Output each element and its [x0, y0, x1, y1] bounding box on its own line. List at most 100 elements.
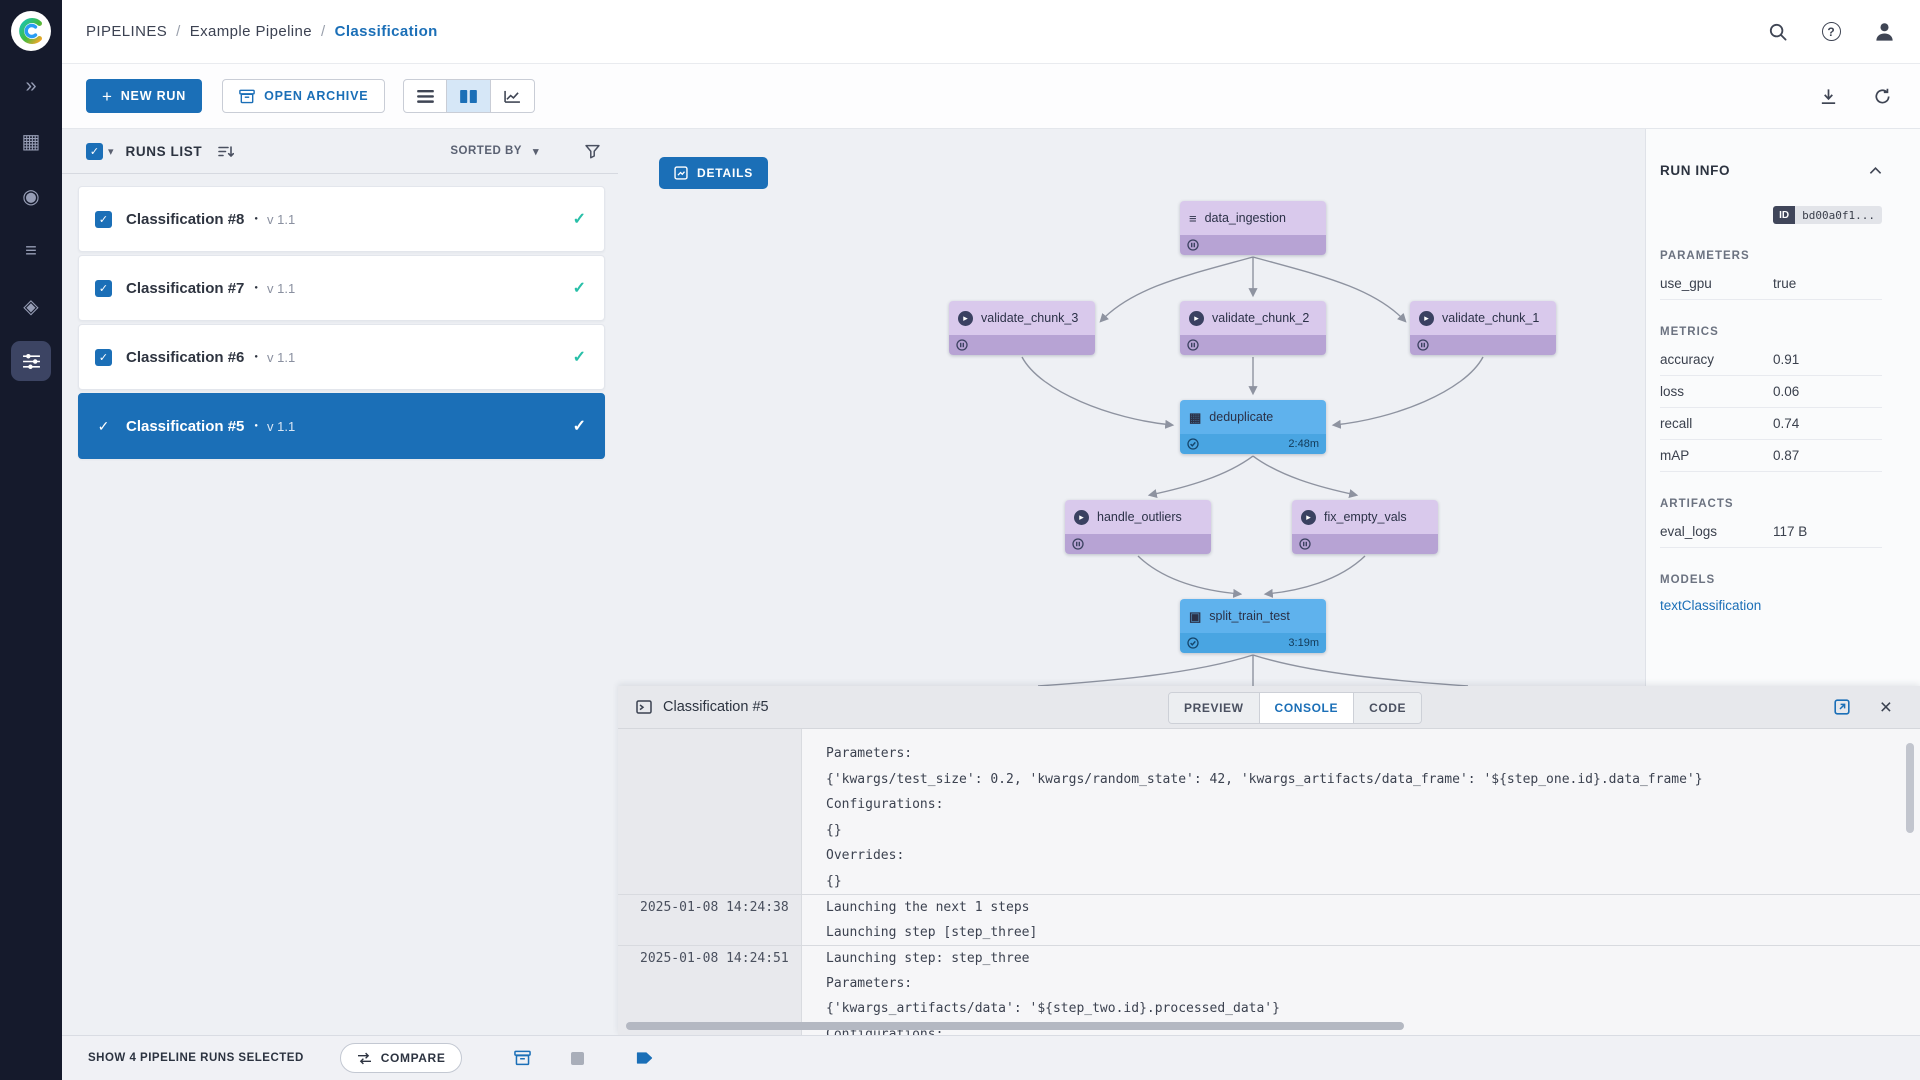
- download-button[interactable]: [1816, 84, 1840, 108]
- close-icon: ×: [1879, 695, 1892, 719]
- abort-button-disabled: [571, 1051, 585, 1065]
- run-list-item-selected[interactable]: ✓ Classification #5 ● v 1.1 ✓: [78, 393, 605, 459]
- parameter-value: true: [1773, 276, 1797, 291]
- avatar-icon: [1875, 23, 1893, 41]
- new-run-button[interactable]: + NEW RUN: [86, 79, 203, 113]
- dag-node-data-ingestion[interactable]: ≡ data_ingestion: [1180, 201, 1326, 255]
- dag-node-validate-chunk-1[interactable]: ▸ validate_chunk_1: [1410, 301, 1556, 355]
- filter-button[interactable]: [585, 144, 600, 159]
- sidebar-item-projects[interactable]: ▦: [11, 121, 51, 161]
- log-text: Overrides:: [826, 848, 905, 864]
- search-button[interactable]: [1766, 20, 1790, 44]
- console-horizontal-scrollbar[interactable]: [626, 1022, 1404, 1030]
- run-id-value: bd00a0f1...: [1795, 206, 1882, 224]
- run-checkbox[interactable]: ✓: [95, 348, 112, 366]
- auto-refresh-button[interactable]: [1870, 84, 1894, 108]
- log-text: Parameters:: [826, 746, 913, 762]
- dag-node-fix-empty-vals[interactable]: ▸ fix_empty_vals: [1292, 500, 1438, 554]
- run-info-panel: RUN INFO ID bd00a0f1... PARAMETERS use_g…: [1645, 129, 1920, 686]
- clearml-logo[interactable]: [11, 11, 51, 51]
- dag-node-validate-chunk-2[interactable]: ▸ validate_chunk_2: [1180, 301, 1326, 355]
- node-label: validate_chunk_1: [1442, 311, 1540, 325]
- pending-status-icon: [956, 339, 968, 351]
- archive-icon: [514, 1050, 532, 1066]
- log-timestamp: 2025-01-08 14:24:38: [640, 899, 789, 915]
- select-all-checkbox[interactable]: ✓: [86, 142, 103, 160]
- abort-icon: [571, 1051, 585, 1065]
- dag-node-handle-outliers[interactable]: ▸ handle_outliers: [1065, 500, 1211, 554]
- breadcrumb-project[interactable]: Example Pipeline: [190, 23, 312, 40]
- console-log[interactable]: Parameters: {'kwargs/test_size': 0.2, 'k…: [618, 729, 1920, 1035]
- model-link[interactable]: textClassification: [1660, 598, 1882, 613]
- table-view-button[interactable]: [403, 79, 448, 113]
- tab-console[interactable]: CONSOLE: [1258, 693, 1354, 723]
- log-row: 2025-01-08 14:24:38 Launching the next 1 …: [618, 894, 1920, 920]
- apps-icon: »: [25, 74, 37, 97]
- user-avatar[interactable]: [1872, 20, 1896, 44]
- projects-icon: ▦: [21, 130, 41, 153]
- sidebar-item-apps[interactable]: »: [11, 66, 51, 106]
- console-icon: [636, 700, 652, 714]
- sorted-by-dropdown[interactable]: SORTED BY ▾: [450, 145, 539, 158]
- node-label: split_train_test: [1209, 609, 1290, 623]
- tab-preview[interactable]: PREVIEW: [1169, 693, 1259, 723]
- sidebar-item-pipelines[interactable]: [11, 341, 51, 381]
- run-checkbox[interactable]: ✓: [95, 279, 112, 297]
- pipeline-dag-canvas[interactable]: DETAILS ≡ data_ingestion ▸ validate_chun…: [618, 129, 1645, 686]
- help-icon: ?: [1821, 22, 1841, 41]
- collapse-panel-button[interactable]: [1869, 166, 1882, 175]
- dot-separator-icon: ●: [254, 216, 259, 222]
- dag-node-split-train-test[interactable]: ▣ split_train_test 3:19m: [1180, 599, 1326, 653]
- run-list-item[interactable]: ✓ Classification #7 ● v 1.1 ✓: [78, 255, 605, 321]
- archive-selected-button[interactable]: [514, 1050, 532, 1066]
- run-list-item[interactable]: ✓ Classification #8 ● v 1.1 ✓: [78, 186, 605, 252]
- help-button[interactable]: ?: [1819, 20, 1843, 44]
- parameter-row: use_gpu true: [1660, 268, 1882, 300]
- metric-value: 0.87: [1773, 448, 1800, 463]
- select-all-caret-icon[interactable]: ▾: [108, 145, 114, 158]
- expand-console-button[interactable]: [1830, 695, 1854, 719]
- pipelines-icon: [22, 353, 40, 369]
- run-list-item[interactable]: ✓ Classification #6 ● v 1.1 ✓: [78, 324, 605, 390]
- run-completed-icon: ✓: [572, 349, 586, 366]
- breadcrumb-root[interactable]: PIPELINES: [86, 23, 167, 40]
- run-id-chip[interactable]: ID bd00a0f1...: [1773, 206, 1882, 224]
- sidebar-item-workers[interactable]: ◉: [11, 176, 51, 216]
- details-button[interactable]: DETAILS: [659, 157, 769, 189]
- split-view-button[interactable]: [447, 79, 492, 113]
- compare-icon: [357, 1052, 371, 1064]
- close-console-button[interactable]: ×: [1880, 697, 1892, 718]
- datasets-icon: ≡: [25, 239, 37, 262]
- step-icon: ▸: [1419, 310, 1434, 326]
- log-row: {}: [618, 818, 1920, 844]
- run-checkbox[interactable]: ✓: [95, 210, 112, 228]
- log-row: Configurations:: [618, 792, 1920, 818]
- details-label: DETAILS: [697, 166, 754, 180]
- dag-node-deduplicate[interactable]: ▦ deduplicate 2:48m: [1180, 400, 1326, 454]
- sorted-by-label: SORTED BY: [450, 145, 522, 157]
- open-archive-label: OPEN ARCHIVE: [264, 89, 369, 103]
- logo-icon: [19, 18, 42, 44]
- console-vertical-scrollbar[interactable]: [1906, 743, 1914, 833]
- run-version: v 1.1: [267, 280, 296, 296]
- chart-view-button[interactable]: [491, 79, 536, 113]
- dag-node-validate-chunk-3[interactable]: ▸ validate_chunk_3: [949, 301, 1095, 355]
- tab-code[interactable]: CODE: [1353, 693, 1422, 723]
- artifact-row: eval_logs 117 B: [1660, 516, 1882, 548]
- run-name: Classification #5: [126, 417, 245, 435]
- tag-button[interactable]: [636, 1051, 653, 1065]
- artifact-key[interactable]: eval_logs: [1660, 524, 1773, 539]
- tag-icon: [637, 1052, 653, 1064]
- sidebar-item-models[interactable]: ◈: [11, 286, 51, 326]
- open-archive-button[interactable]: OPEN ARCHIVE: [222, 79, 386, 113]
- run-version: v 1.1: [267, 211, 296, 227]
- sort-order-button[interactable]: [218, 145, 235, 158]
- search-icon: [1769, 23, 1787, 41]
- compare-button[interactable]: COMPARE: [339, 1043, 463, 1073]
- chart-view-icon: [504, 90, 521, 103]
- metrics-section-title: METRICS: [1660, 326, 1719, 338]
- log-row: Launching step [step_three]: [618, 920, 1920, 946]
- sidebar-item-datasets[interactable]: ≡: [11, 231, 51, 271]
- parameter-key: use_gpu: [1660, 276, 1712, 291]
- run-checkbox[interactable]: ✓: [95, 418, 112, 435]
